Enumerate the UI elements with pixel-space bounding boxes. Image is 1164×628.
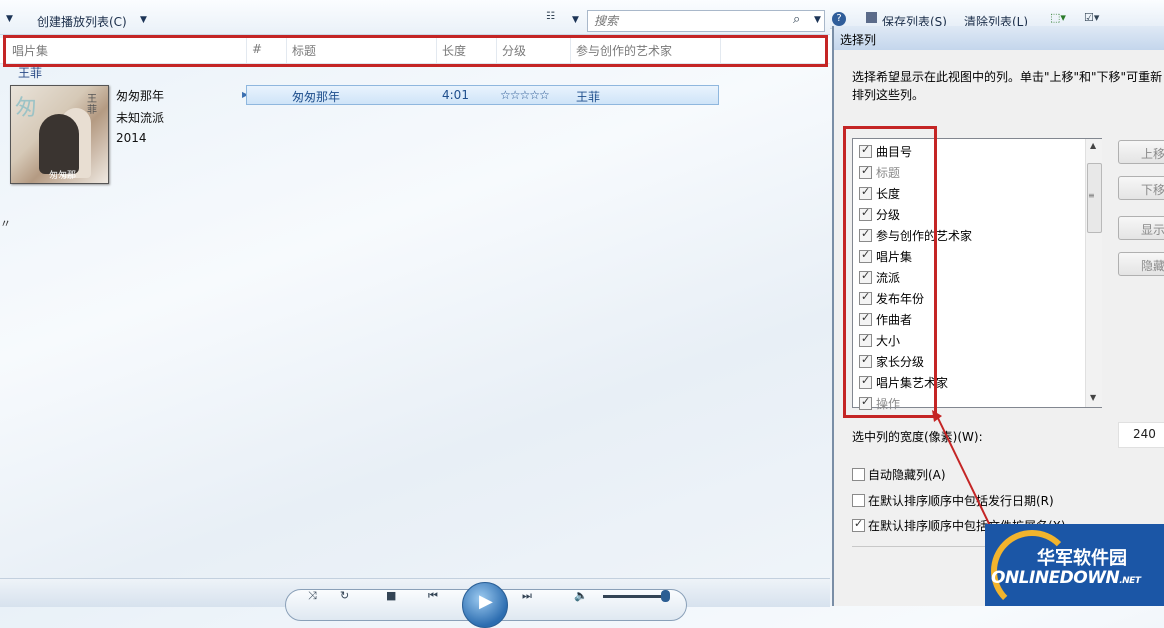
album-year: 2014: [116, 131, 147, 145]
list-options-icon[interactable]: ☑▾: [1084, 11, 1099, 24]
toolbar: ▼ 创建播放列表(C) ▼ ☷ ▼ ⌕ ▼: [0, 0, 830, 35]
dialog-divider: [852, 546, 1002, 547]
volume-slider-handle[interactable]: [661, 590, 670, 602]
create-playlist-button[interactable]: 创建播放列表(C): [37, 13, 127, 30]
dialog-description: 选择希望显示在此视图中的列。单击"上移"和"下移"可重新排列这些列。: [852, 70, 1163, 102]
save-icon: [866, 12, 877, 23]
hide-button[interactable]: 隐藏(H): [1118, 252, 1164, 276]
checkbox[interactable]: [852, 468, 865, 481]
checkbox[interactable]: [852, 494, 865, 507]
watermark-en-text: ONLINEDOWN.NET: [991, 568, 1141, 588]
dialog-title: 选择列: [840, 33, 877, 47]
track-title: 匆匆那年: [292, 90, 341, 104]
scrollbar-grip-icon: ≡: [1088, 191, 1095, 200]
volume-slider[interactable]: [603, 595, 665, 598]
search-box: ⌕ ▼: [587, 10, 825, 32]
annotation-highlight-box: [843, 126, 937, 418]
help-icon[interactable]: ?: [832, 12, 846, 26]
play-button[interactable]: ▶: [462, 582, 508, 628]
chevron-down-icon[interactable]: ▼: [814, 15, 821, 25]
shuffle-icon[interactable]: ⤨: [308, 589, 317, 603]
album-art-artist-text: 王菲: [87, 94, 97, 116]
next-icon[interactable]: ⏭: [522, 589, 532, 603]
move-up-button[interactable]: 上移(U): [1118, 140, 1164, 164]
watermark-cn-text: 华军软件园: [1037, 548, 1127, 569]
view-options-icon[interactable]: ☷: [546, 11, 555, 22]
playback-controls: ⤨ ↻ ■ ⏮ ▶ ⏭ 🔈: [0, 578, 830, 628]
show-button[interactable]: 显示(S): [1118, 216, 1164, 240]
previous-icon[interactable]: ⏮: [428, 589, 438, 603]
chevron-down-icon[interactable]: ▼: [140, 15, 147, 25]
track-artist: 王菲: [576, 90, 601, 104]
site-watermark-logo: 华军软件园 ONLINEDOWN.NET: [985, 524, 1164, 606]
stop-icon[interactable]: ■: [386, 589, 396, 602]
track-row[interactable]: 匆匆那年 4:01 ☆☆☆☆☆ 王菲: [246, 85, 719, 105]
annotation-arrow: [932, 410, 995, 535]
annotation-highlight-box: [3, 35, 828, 67]
chevron-down-icon[interactable]: ▼: [572, 15, 579, 25]
album-art-title-text: 匆: [15, 96, 38, 121]
rating-stars[interactable]: ☆☆☆☆☆: [500, 88, 550, 102]
album-genre: 未知流派: [116, 111, 165, 125]
dialog-title-bar: 选择列: [834, 26, 1164, 50]
checkbox[interactable]: [852, 517, 865, 532]
list-toolbar: ? 保存列表(S) 清除列表(L) ⬚▾ ☑▾: [830, 0, 1164, 29]
album-art-caption: 匆匆那: [49, 171, 77, 181]
search-icon[interactable]: ⌕: [793, 12, 800, 27]
list-scrollbar[interactable]: ▲ ≡ ▼: [1085, 139, 1102, 407]
track-length: 4:01: [442, 88, 469, 102]
sync-icon[interactable]: ⬚▾: [1050, 11, 1066, 24]
scroll-down-icon[interactable]: ▼: [1090, 393, 1096, 402]
scroll-up-icon[interactable]: ▲: [1090, 141, 1096, 150]
pane-edge-mark: 〃: [0, 217, 11, 230]
chevron-down-icon[interactable]: ▼: [6, 14, 13, 24]
album-art[interactable]: 匆 王菲 匆匆那: [10, 85, 109, 184]
repeat-icon[interactable]: ↻: [340, 589, 349, 602]
play-icon: ▶: [479, 591, 493, 612]
column-width-input[interactable]: 240: [1118, 422, 1164, 448]
move-down-button[interactable]: 下移(D): [1118, 176, 1164, 200]
search-input[interactable]: [592, 12, 791, 30]
volume-icon[interactable]: 🔈: [574, 589, 588, 602]
album-title: 匆匆那年: [116, 89, 165, 103]
artist-group-label[interactable]: 王菲: [18, 64, 42, 81]
